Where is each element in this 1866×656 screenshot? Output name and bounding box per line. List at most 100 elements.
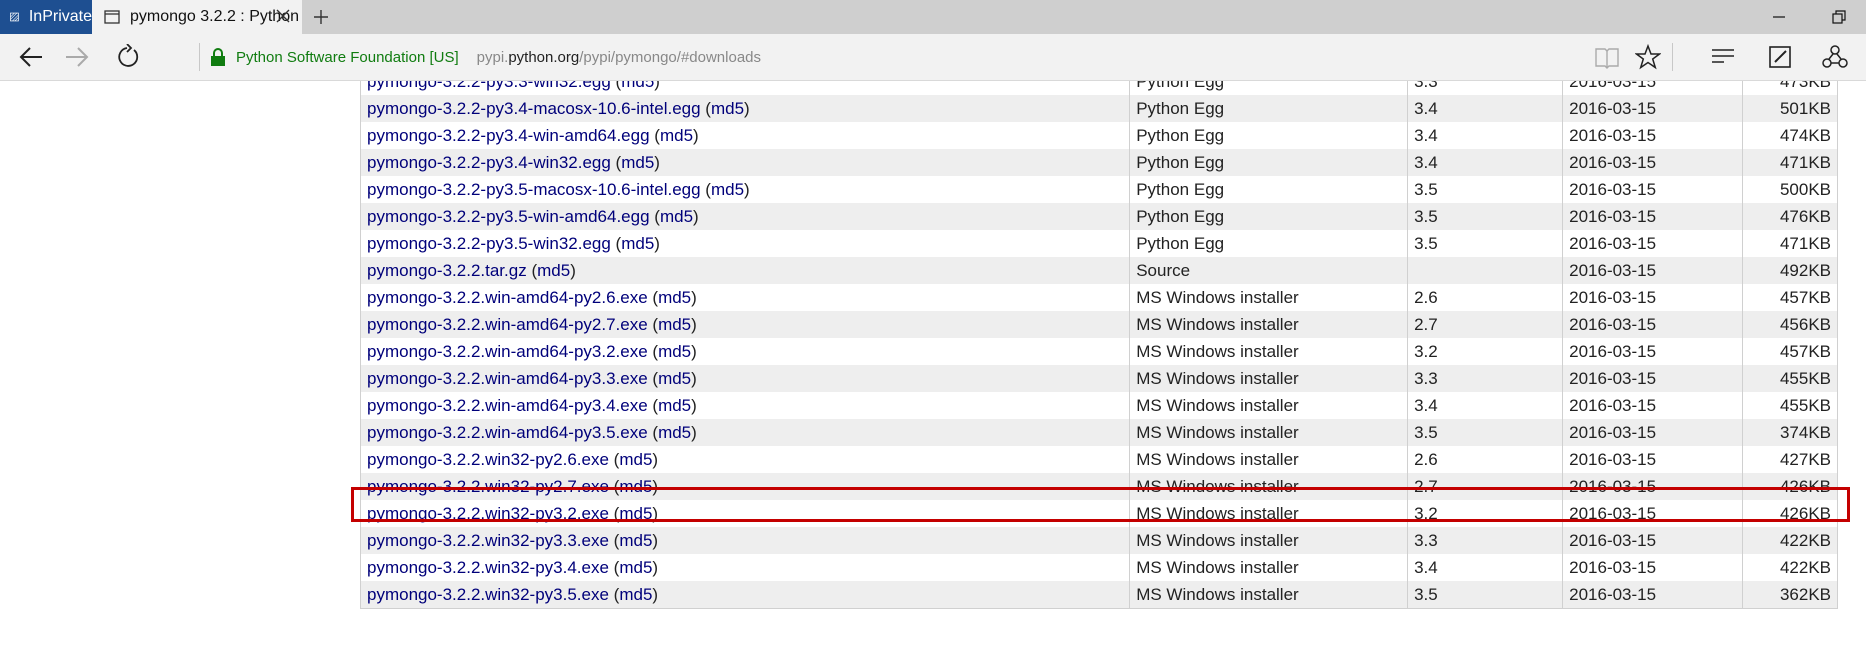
share-icon[interactable]	[1822, 44, 1848, 70]
file-link[interactable]: pymongo-3.2.2.win-amd64-py2.7.exe	[367, 315, 648, 334]
type-cell: Python Egg	[1129, 203, 1409, 230]
md5-link[interactable]: md5	[621, 81, 654, 91]
md5-link[interactable]: md5	[619, 477, 652, 496]
paren-open: (	[608, 476, 620, 496]
file-link[interactable]: pymongo-3.2.2-py3.4-win32.egg	[367, 153, 611, 172]
web-note-icon[interactable]	[1767, 44, 1793, 70]
close-tab-icon[interactable]	[274, 7, 292, 25]
md5-link[interactable]: md5	[658, 396, 691, 415]
file-link[interactable]: pymongo-3.2.2-py3.4-macosx-10.6-intel.eg…	[367, 99, 701, 118]
inprivate-icon	[10, 12, 19, 22]
md5-link[interactable]: md5	[619, 450, 652, 469]
file-link[interactable]: pymongo-3.2.2.win32-py3.4.exe	[367, 558, 609, 577]
md5-link[interactable]: md5	[619, 504, 652, 523]
md5-link[interactable]: md5	[621, 153, 654, 172]
md5-link[interactable]: md5	[619, 558, 652, 577]
paren-open: (	[610, 81, 622, 91]
table-row: pymongo-3.2.2.win32-py3.2.exe (md5) MS Wi…	[360, 500, 1838, 527]
md5-link[interactable]: md5	[658, 423, 691, 442]
file-link[interactable]: pymongo-3.2.2.win32-py3.2.exe	[367, 504, 609, 523]
upload-date-cell: 2016-03-15	[1562, 149, 1744, 176]
paren-close: )	[652, 503, 659, 523]
browser-tab[interactable]: pymongo 3.2.2 : Python	[92, 0, 302, 34]
minimize-icon[interactable]	[1770, 8, 1788, 26]
favorite-star-icon[interactable]	[1635, 44, 1661, 70]
file-link[interactable]: pymongo-3.2.2-py3.3-win32.egg	[367, 81, 611, 91]
lock-icon[interactable]	[210, 47, 226, 67]
file-link[interactable]: pymongo-3.2.2.win32-py3.3.exe	[367, 531, 609, 550]
type-cell: MS Windows installer	[1129, 554, 1409, 581]
paren-close: )	[691, 341, 697, 361]
type-cell: MS Windows installer	[1129, 365, 1409, 392]
back-button[interactable]	[8, 34, 54, 80]
type-cell: MS Windows installer	[1129, 500, 1409, 527]
file-link[interactable]: pymongo-3.2.2.win-amd64-py3.5.exe	[367, 423, 648, 442]
address-bar[interactable]: Python Software Foundation [US] pypi.pyt…	[210, 34, 761, 80]
type-cell: Python Egg	[1129, 95, 1409, 122]
file-link[interactable]: pymongo-3.2.2-py3.5-macosx-10.6-intel.eg…	[367, 180, 701, 199]
file-link[interactable]: pymongo-3.2.2-py3.5-win-amd64.egg	[367, 207, 650, 226]
file-cell: pymongo-3.2.2-py3.4-win32.egg (md5)	[360, 149, 1131, 176]
table-row: pymongo-3.2.2.win-amd64-py3.3.exe (md5) M…	[360, 365, 1838, 392]
file-link[interactable]: pymongo-3.2.2.win-amd64-py3.3.exe	[367, 369, 648, 388]
file-size-cell: 476KB	[1742, 203, 1838, 230]
url-text[interactable]: pypi.python.org/pypi/pymongo/#downloads	[477, 49, 761, 66]
table-row: pymongo-3.2.2.win32-py2.7.exe (md5) MS Wi…	[360, 473, 1838, 500]
refresh-button[interactable]	[104, 34, 150, 80]
paren-close: )	[570, 260, 576, 280]
paren-open: (	[647, 368, 659, 388]
paren-open: (	[649, 125, 660, 145]
md5-link[interactable]: md5	[537, 261, 570, 280]
file-cell: pymongo-3.2.2.win-amd64-py3.4.exe (md5)	[360, 392, 1131, 419]
file-link[interactable]: pymongo-3.2.2.tar.gz	[367, 261, 527, 280]
file-link[interactable]: pymongo-3.2.2.win-amd64-py2.6.exe	[367, 288, 648, 307]
file-cell: pymongo-3.2.2.win-amd64-py3.3.exe (md5)	[360, 365, 1131, 392]
upload-date-cell: 2016-03-15	[1562, 554, 1744, 581]
md5-link[interactable]: md5	[619, 585, 652, 604]
md5-link[interactable]: md5	[621, 234, 654, 253]
reading-view-icon[interactable]	[1594, 44, 1620, 70]
file-link[interactable]: pymongo-3.2.2.win32-py3.5.exe	[367, 585, 609, 604]
paren-close: )	[652, 449, 659, 469]
file-link[interactable]: pymongo-3.2.2.win32-py2.7.exe	[367, 477, 609, 496]
new-tab-icon[interactable]	[312, 8, 330, 26]
md5-link[interactable]: md5	[658, 288, 691, 307]
md5-link[interactable]: md5	[660, 126, 693, 145]
type-cell: Python Egg	[1129, 122, 1409, 149]
restore-icon[interactable]	[1830, 8, 1848, 26]
type-cell: MS Windows installer	[1129, 446, 1409, 473]
md5-link[interactable]: md5	[658, 369, 691, 388]
file-size-cell: 501KB	[1742, 95, 1838, 122]
python-version-cell: 3.5	[1407, 419, 1564, 446]
md5-link[interactable]: md5	[660, 207, 693, 226]
file-link[interactable]: pymongo-3.2.2-py3.4-win-amd64.egg	[367, 126, 650, 145]
file-link[interactable]: pymongo-3.2.2.win-amd64-py3.4.exe	[367, 396, 648, 415]
hub-icon[interactable]	[1710, 44, 1736, 70]
title-bar: InPrivate pymongo 3.2.2 : Python	[0, 0, 1866, 34]
md5-link[interactable]: md5	[711, 99, 744, 118]
paren-open: (	[647, 422, 659, 442]
file-link[interactable]: pymongo-3.2.2-py3.5-win32.egg	[367, 234, 611, 253]
md5-link[interactable]: md5	[711, 180, 744, 199]
site-identity[interactable]: Python Software Foundation [US]	[236, 49, 459, 66]
table-row: pymongo-3.2.2-py3.4-win-amd64.egg (md5) P…	[360, 122, 1838, 149]
md5-link[interactable]: md5	[658, 342, 691, 361]
file-link[interactable]: pymongo-3.2.2.win32-py2.6.exe	[367, 450, 609, 469]
file-cell: pymongo-3.2.2.win-amd64-py3.5.exe (md5)	[360, 419, 1131, 446]
inprivate-indicator[interactable]: InPrivate	[0, 0, 92, 34]
table-row: pymongo-3.2.2.win-amd64-py3.2.exe (md5) M…	[360, 338, 1838, 365]
type-cell: Python Egg	[1129, 81, 1409, 95]
file-link[interactable]: pymongo-3.2.2.win-amd64-py3.2.exe	[367, 342, 648, 361]
upload-date-cell: 2016-03-15	[1562, 446, 1744, 473]
md5-link[interactable]: md5	[619, 531, 652, 550]
paren-close: )	[652, 476, 659, 496]
paren-open: (	[700, 98, 711, 118]
file-cell: pymongo-3.2.2-py3.3-win32.egg (md5)	[360, 81, 1131, 95]
upload-date-cell: 2016-03-15	[1562, 284, 1744, 311]
paren-open: (	[526, 260, 538, 280]
forward-button[interactable]	[54, 34, 100, 80]
python-version-cell: 3.2	[1407, 338, 1564, 365]
md5-link[interactable]: md5	[658, 315, 691, 334]
page-content: pymongo-3.2.2-py3.3-win32.egg (md5) Pytho…	[0, 81, 1866, 656]
table-row: pymongo-3.2.2-py3.4-macosx-10.6-intel.eg…	[360, 95, 1838, 122]
